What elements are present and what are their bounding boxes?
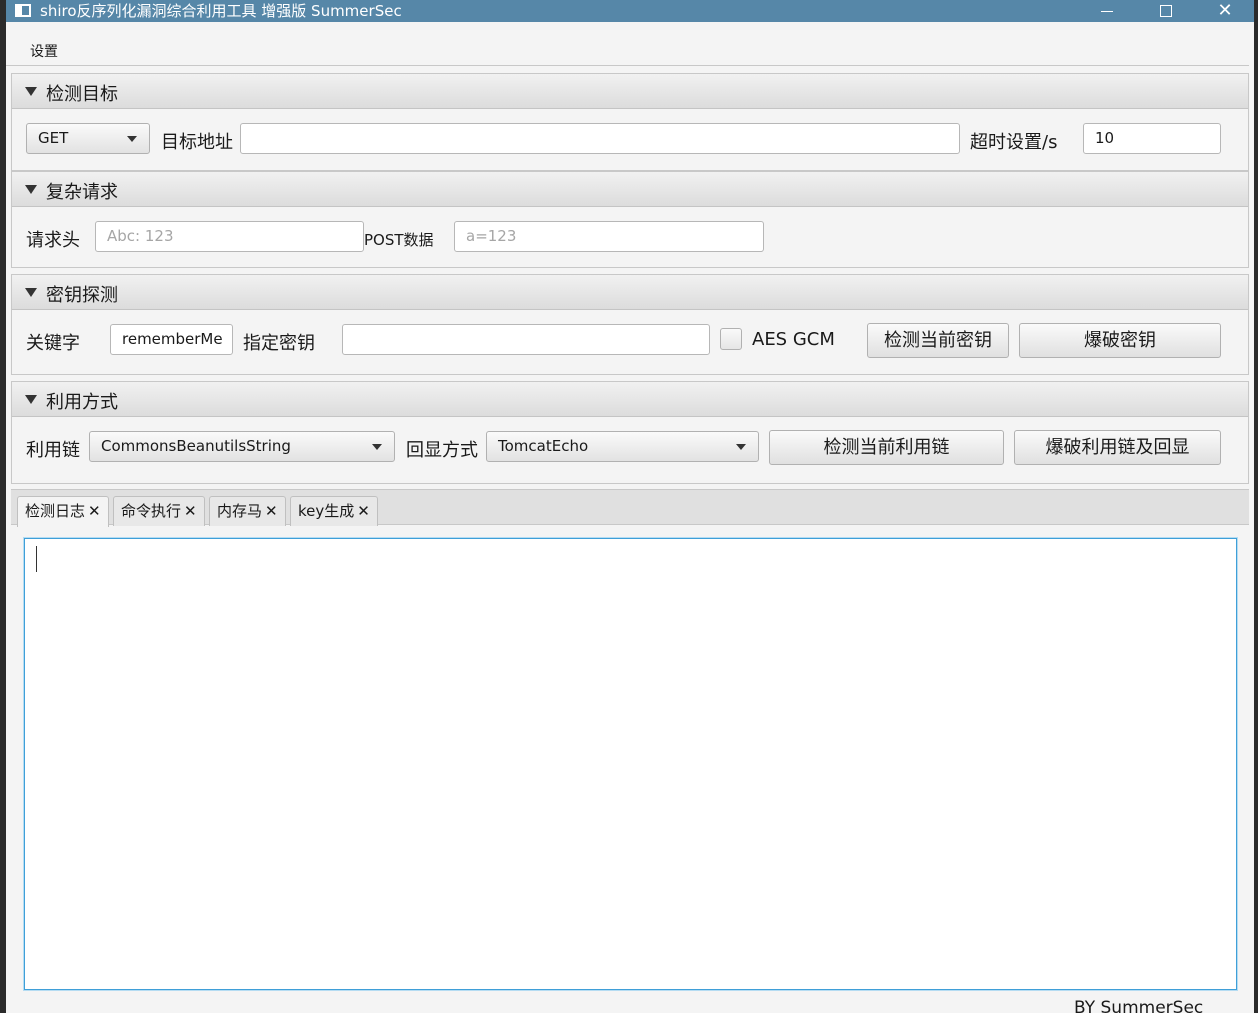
collapse-arrow-icon [25,87,37,96]
close-icon[interactable]: ✕ [88,502,101,520]
menu-settings[interactable]: 设置 [30,41,58,61]
minimize-icon [1101,10,1113,12]
post-data-label: POST数据 [364,231,434,249]
desktop-edge-right [1254,0,1258,1013]
post-data-input[interactable]: a=123 [454,221,764,252]
tab-key-generate[interactable]: key生成 ✕ [290,496,378,526]
aes-gcm-checkbox[interactable] [720,328,742,350]
chevron-down-icon [372,444,382,450]
echo-select[interactable]: TomcatEcho [486,431,759,462]
keyword-input[interactable]: rememberMe [110,324,233,355]
brute-chain-button[interactable]: 爆破利用链及回显 [1014,430,1221,465]
tab-label: 命令执行 [121,502,182,520]
keyword-label: 关键字 [26,333,80,354]
close-button[interactable]: ✕ [1196,0,1254,22]
check-key-button[interactable]: 检测当前密钥 [867,323,1009,358]
tab-memshell[interactable]: 内存马 ✕ [209,496,286,526]
title-bar[interactable]: shiro反序列化漏洞综合利用工具 增强版 SummerSec ✕ [6,0,1254,22]
chevron-down-icon [736,444,746,450]
brute-key-button[interactable]: 爆破密钥 [1019,323,1221,358]
complex-pane-title: 复杂请求 [46,182,118,203]
timeout-input[interactable]: 10 [1083,123,1221,154]
complex-request-pane: 复杂请求 请求头 Abc: 123 POST数据 a=123 [11,171,1249,268]
collapse-arrow-icon [25,185,37,194]
target-pane-title: 检测目标 [46,84,118,105]
log-output-area[interactable] [24,538,1237,990]
window-title: shiro反序列化漏洞综合利用工具 增强版 SummerSec [40,2,402,20]
close-icon[interactable]: ✕ [357,502,370,520]
minimize-button[interactable] [1078,0,1136,22]
echo-label: 回显方式 [406,440,478,461]
exploit-pane: 利用方式 利用链 CommonsBeanutilsString 回显方式 Tom… [11,381,1249,484]
echo-value: TomcatEcho [498,437,589,455]
specified-key-label: 指定密钥 [243,333,315,354]
specified-key-input[interactable] [342,324,710,355]
chain-value: CommonsBeanutilsString [101,437,291,455]
maximize-icon [1160,5,1172,17]
exploit-pane-header[interactable]: 利用方式 [12,382,1248,417]
maximize-button[interactable] [1137,0,1195,22]
tab-label: 检测日志 [25,502,86,520]
method-value: GET [38,129,69,147]
tab-command-exec[interactable]: 命令执行 ✕ [113,496,205,526]
collapse-arrow-icon [25,395,37,404]
url-label: 目标地址 [161,132,233,153]
key-detect-pane: 密钥探测 关键字 rememberMe 指定密钥 AES GCM 检测当前密钥 … [11,274,1249,375]
close-icon[interactable]: ✕ [265,502,278,520]
tab-label: key生成 [298,502,355,520]
aes-gcm-label: AES GCM [752,329,835,350]
app-icon [15,4,31,17]
chain-label: 利用链 [26,440,80,461]
author-footer: BY SummerSec [1074,998,1204,1013]
app-window: shiro反序列化漏洞综合利用工具 增强版 SummerSec ✕ 设置 检测目… [6,0,1254,1013]
key-pane-title: 密钥探测 [46,285,118,306]
menu-bar: 设置 [6,32,1249,66]
headers-input[interactable]: Abc: 123 [95,221,364,252]
method-select[interactable]: GET [26,123,150,154]
collapse-arrow-icon [25,288,37,297]
close-icon: ✕ [1217,0,1233,21]
headers-label: 请求头 [26,230,80,251]
check-chain-button[interactable]: 检测当前利用链 [769,430,1004,465]
tab-bar: 检测日志 ✕ 命令执行 ✕ 内存马 ✕ key生成 ✕ [11,489,1249,527]
tab-detection-log[interactable]: 检测日志 ✕ [17,496,109,527]
timeout-label: 超时设置/s [970,132,1058,153]
chevron-down-icon [127,136,137,142]
text-cursor [36,546,37,572]
exploit-pane-title: 利用方式 [46,392,118,413]
url-input[interactable] [240,123,960,154]
target-pane-header[interactable]: 检测目标 [12,74,1248,109]
key-pane-header[interactable]: 密钥探测 [12,275,1248,310]
close-icon[interactable]: ✕ [184,502,197,520]
chain-select[interactable]: CommonsBeanutilsString [89,431,395,462]
tab-label: 内存马 [217,502,263,520]
target-pane: 检测目标 GET 目标地址 超时设置/s 10 [11,73,1249,171]
complex-pane-header[interactable]: 复杂请求 [12,172,1248,207]
